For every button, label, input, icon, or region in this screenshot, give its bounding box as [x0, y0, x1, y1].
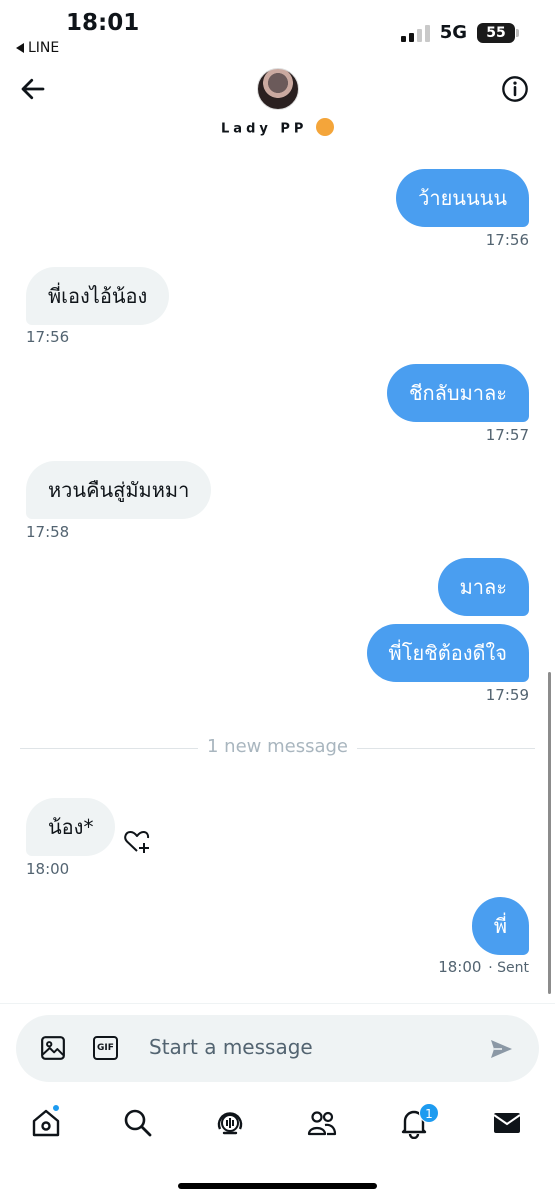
- status-time: 18:01: [66, 10, 140, 36]
- home-indicator: [178, 1183, 377, 1189]
- scrollbar[interactable]: [548, 672, 551, 994]
- back-to-app[interactable]: LINE: [16, 40, 59, 56]
- message-time: 17:59: [485, 686, 529, 704]
- signal-icon: [400, 24, 430, 42]
- message-bubble-incoming[interactable]: พี่เองไอ้น้อง: [26, 267, 170, 325]
- back-triangle-icon: [16, 43, 24, 53]
- message-input[interactable]: Start a message: [149, 1035, 313, 1059]
- message-meta: 18:00 · Sent: [438, 958, 529, 976]
- messages-icon[interactable]: [491, 1107, 523, 1139]
- avatar[interactable]: [257, 68, 299, 110]
- image-icon[interactable]: [40, 1035, 66, 1061]
- search-icon[interactable]: [122, 1107, 154, 1139]
- network-label: 5G: [439, 22, 467, 43]
- contact-name[interactable]: Lady PP: [0, 118, 555, 138]
- communities-icon[interactable]: [306, 1107, 338, 1139]
- info-circle-icon[interactable]: [501, 75, 529, 103]
- message-bubble-outgoing[interactable]: พี่: [471, 897, 529, 955]
- message-bubble-outgoing[interactable]: ชีกลับมาละ: [386, 364, 529, 422]
- message-time: 17:56: [26, 328, 70, 346]
- tiger-emoji-icon: [315, 118, 334, 136]
- message-time: 18:00: [438, 958, 482, 976]
- message-bubble-outgoing[interactable]: พี่โยชิต้องดีใจ: [366, 624, 529, 682]
- composer-divider: [0, 1003, 555, 1004]
- add-reaction-icon[interactable]: [122, 828, 152, 856]
- arrow-left-icon[interactable]: [18, 74, 48, 104]
- send-icon[interactable]: [489, 1037, 513, 1061]
- message-time: 17:58: [26, 523, 70, 541]
- message-time: 17:56: [485, 231, 529, 249]
- message-time: 17:57: [485, 426, 529, 444]
- spaces-icon[interactable]: [214, 1107, 246, 1139]
- status-indicators: 5G 55: [400, 22, 519, 43]
- message-composer: GIF Start a message: [16, 1015, 539, 1082]
- back-app-label: LINE: [28, 40, 60, 56]
- new-message-divider: 1 new message: [20, 736, 535, 758]
- message-bubble-outgoing[interactable]: มาละ: [437, 558, 529, 616]
- home-notification-dot: [52, 1104, 60, 1112]
- divider-label: 1 new message: [207, 736, 348, 757]
- message-bubble-outgoing[interactable]: ว้ายนนนน: [396, 169, 529, 227]
- gif-icon[interactable]: GIF: [93, 1036, 118, 1060]
- notifications-badge: 1: [419, 1103, 439, 1123]
- message-bubble-incoming[interactable]: น้อง*: [26, 798, 116, 856]
- battery-icon: 55: [477, 22, 519, 43]
- message-time: 18:00: [26, 860, 70, 878]
- message-bubble-incoming[interactable]: หวนคืนสู่มัมหมา: [26, 461, 212, 519]
- message-status: · Sent: [488, 960, 529, 976]
- contact-name-label: Lady PP: [221, 121, 308, 137]
